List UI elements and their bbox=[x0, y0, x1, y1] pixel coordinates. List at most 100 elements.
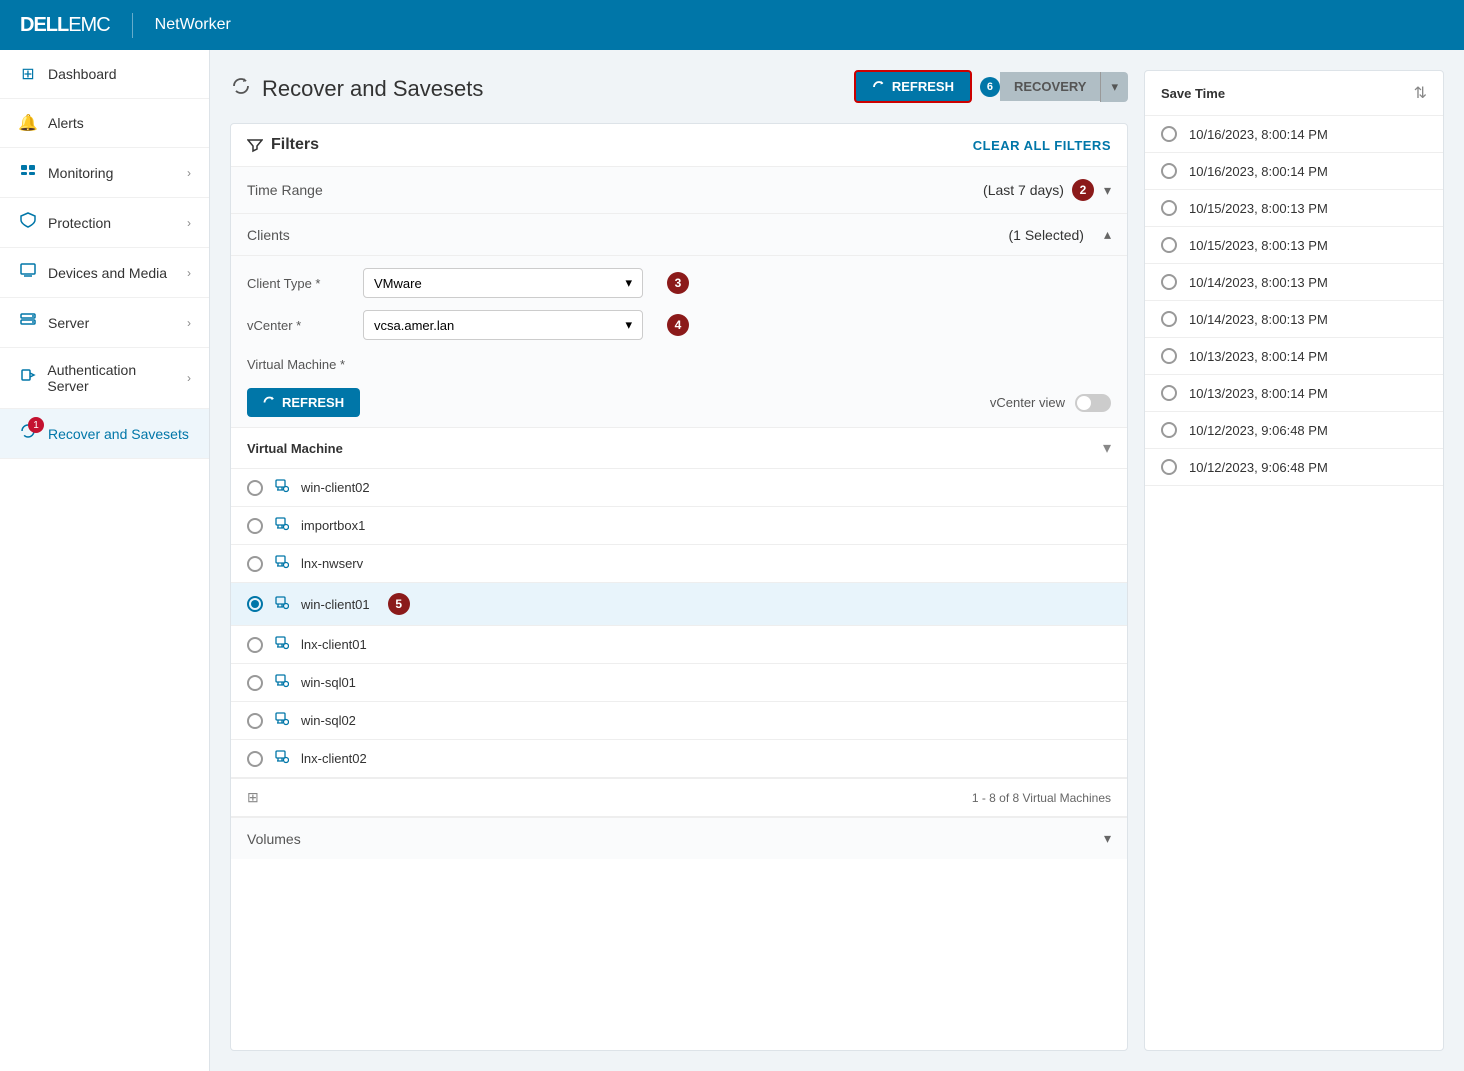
table-row[interactable]: lnx-nwserv bbox=[231, 545, 1127, 583]
vm-name: lnx-client01 bbox=[301, 637, 367, 652]
client-fields: Client Type * VMware ▾ 3 vCenter * bbox=[231, 256, 1127, 348]
radio-button[interactable] bbox=[1161, 163, 1177, 179]
top-action-bar: REFRESH 6 RECOVERY ▾ bbox=[854, 70, 1128, 103]
refresh-label: REFRESH bbox=[282, 395, 344, 410]
radio-button[interactable] bbox=[247, 751, 263, 767]
clients-section: Clients (1 Selected) ▴ Client Type * VMw… bbox=[231, 214, 1127, 817]
vm-name: win-sql02 bbox=[301, 713, 356, 728]
table-row[interactable]: importbox1 bbox=[231, 507, 1127, 545]
page-title-text: Recover and Savesets bbox=[262, 76, 483, 102]
radio-button[interactable] bbox=[1161, 311, 1177, 327]
vm-table-section: Virtual Machine ▾ win-client02 bbox=[231, 427, 1127, 816]
radio-button[interactable] bbox=[247, 596, 263, 612]
sidebar-item-label: Recover and Savesets bbox=[48, 426, 189, 442]
sidebar: ⊞ Dashboard 🔔 Alerts Monitoring › Protec… bbox=[0, 50, 210, 1071]
radio-button[interactable] bbox=[1161, 237, 1177, 253]
sidebar-item-authentication-server[interactable]: Authentication Server › bbox=[0, 348, 209, 409]
action-refresh-button[interactable]: REFRESH bbox=[854, 70, 972, 103]
sidebar-item-protection[interactable]: Protection › bbox=[0, 198, 209, 248]
radio-button[interactable] bbox=[1161, 200, 1177, 216]
radio-button[interactable] bbox=[1161, 459, 1177, 475]
list-item[interactable]: 10/15/2023, 8:00:13 PM bbox=[1145, 190, 1443, 227]
auth-server-icon bbox=[18, 368, 37, 389]
filters-header: Filters CLEAR ALL FILTERS bbox=[231, 124, 1127, 167]
vm-name: lnx-client02 bbox=[301, 751, 367, 766]
vm-name: win-client01 bbox=[301, 597, 370, 612]
sidebar-item-devices-and-media[interactable]: Devices and Media › bbox=[0, 248, 209, 298]
table-row[interactable]: lnx-client01 bbox=[231, 626, 1127, 664]
vm-name: win-client02 bbox=[301, 480, 370, 495]
clear-filters-button[interactable]: CLEAR ALL FILTERS bbox=[973, 138, 1111, 153]
recovery-main-button[interactable]: RECOVERY bbox=[1000, 72, 1100, 101]
list-item[interactable]: 10/12/2023, 9:06:48 PM bbox=[1145, 412, 1443, 449]
vm-name: lnx-nwserv bbox=[301, 556, 363, 571]
sidebar-item-recover-and-savesets[interactable]: Recover and Savesets 1 bbox=[0, 409, 209, 459]
vm-name: importbox1 bbox=[301, 518, 365, 533]
list-item[interactable]: 10/15/2023, 8:00:13 PM bbox=[1145, 227, 1443, 264]
volumes-row[interactable]: Volumes ▾ bbox=[231, 817, 1127, 859]
sidebar-item-alerts[interactable]: 🔔 Alerts bbox=[0, 99, 209, 148]
time-range-row: Time Range (Last 7 days) 2 ▾ bbox=[231, 167, 1127, 214]
page-title: Recover and Savesets bbox=[230, 75, 483, 103]
vm-icon bbox=[275, 674, 289, 691]
sort-icon[interactable]: ⇅ bbox=[1414, 83, 1427, 103]
refresh-button[interactable]: REFRESH bbox=[247, 388, 360, 417]
radio-button[interactable] bbox=[1161, 385, 1177, 401]
client-type-select[interactable]: VMware ▾ bbox=[363, 268, 643, 298]
table-row[interactable]: win-client01 5 bbox=[231, 583, 1127, 626]
list-item[interactable]: 10/12/2023, 9:06:48 PM bbox=[1145, 449, 1443, 486]
sidebar-item-server[interactable]: Server › bbox=[0, 298, 209, 348]
radio-button[interactable] bbox=[247, 518, 263, 534]
page-title-icon bbox=[230, 75, 252, 103]
radio-button[interactable] bbox=[1161, 274, 1177, 290]
save-time-value: 10/12/2023, 9:06:48 PM bbox=[1189, 460, 1328, 475]
list-item[interactable]: 10/16/2023, 8:00:14 PM bbox=[1145, 116, 1443, 153]
emc-text: EMC bbox=[68, 14, 109, 36]
content-area: Recover and Savesets REFRESH 6 RECOVERY … bbox=[210, 50, 1464, 1071]
list-item[interactable]: 10/13/2023, 8:00:14 PM bbox=[1145, 375, 1443, 412]
time-range-chevron[interactable]: ▾ bbox=[1104, 182, 1111, 199]
save-time-value: 10/15/2023, 8:00:13 PM bbox=[1189, 201, 1328, 216]
alerts-icon: 🔔 bbox=[18, 113, 38, 133]
vcenter-label: vCenter * bbox=[247, 318, 347, 333]
radio-button[interactable] bbox=[247, 480, 263, 496]
radio-button[interactable] bbox=[1161, 126, 1177, 142]
clients-chevron[interactable]: ▴ bbox=[1104, 226, 1111, 243]
table-row[interactable]: lnx-client02 bbox=[231, 740, 1127, 778]
chevron-icon: › bbox=[187, 316, 191, 330]
table-row[interactable]: win-sql02 bbox=[231, 702, 1127, 740]
list-item[interactable]: 10/13/2023, 8:00:14 PM bbox=[1145, 338, 1443, 375]
sidebar-item-monitoring[interactable]: Monitoring › bbox=[0, 148, 209, 198]
radio-button[interactable] bbox=[247, 556, 263, 572]
vm-label-row: Virtual Machine * bbox=[231, 348, 1127, 378]
sidebar-item-label: Alerts bbox=[48, 115, 84, 131]
vcenter-view-toggle[interactable] bbox=[1075, 394, 1111, 412]
vm-filter-icon[interactable]: ▾ bbox=[1103, 438, 1111, 458]
client-type-row: Client Type * VMware ▾ 3 bbox=[247, 268, 1111, 298]
table-row[interactable]: win-sql01 bbox=[231, 664, 1127, 702]
recovery-dropdown-button[interactable]: ▾ bbox=[1100, 72, 1128, 102]
save-time-value: 10/14/2023, 8:00:13 PM bbox=[1189, 312, 1328, 327]
save-time-value: 10/16/2023, 8:00:14 PM bbox=[1189, 127, 1328, 142]
list-item[interactable]: 10/14/2023, 8:00:13 PM bbox=[1145, 301, 1443, 338]
radio-button[interactable] bbox=[1161, 422, 1177, 438]
server-icon bbox=[18, 312, 38, 333]
vcenter-select[interactable]: vcsa.amer.lan ▾ bbox=[363, 310, 643, 340]
columns-icon[interactable]: ⊞ bbox=[247, 789, 259, 806]
vcenter-toggle-row: vCenter view bbox=[990, 394, 1111, 412]
list-item[interactable]: 10/14/2023, 8:00:13 PM bbox=[1145, 264, 1443, 301]
volumes-chevron[interactable]: ▾ bbox=[1104, 830, 1111, 847]
devices-icon bbox=[18, 262, 38, 283]
vm-icon bbox=[275, 479, 289, 496]
radio-button[interactable] bbox=[247, 713, 263, 729]
table-row[interactable]: win-client02 bbox=[231, 469, 1127, 507]
radio-button[interactable] bbox=[247, 637, 263, 653]
recovery-btn-group: 6 RECOVERY ▾ bbox=[980, 72, 1128, 102]
client-type-label: Client Type * bbox=[247, 276, 347, 291]
sidebar-item-dashboard[interactable]: ⊞ Dashboard bbox=[0, 50, 209, 99]
vm-icon bbox=[275, 750, 289, 767]
vm-icon bbox=[275, 555, 289, 572]
radio-button[interactable] bbox=[1161, 348, 1177, 364]
list-item[interactable]: 10/16/2023, 8:00:14 PM bbox=[1145, 153, 1443, 190]
radio-button[interactable] bbox=[247, 675, 263, 691]
